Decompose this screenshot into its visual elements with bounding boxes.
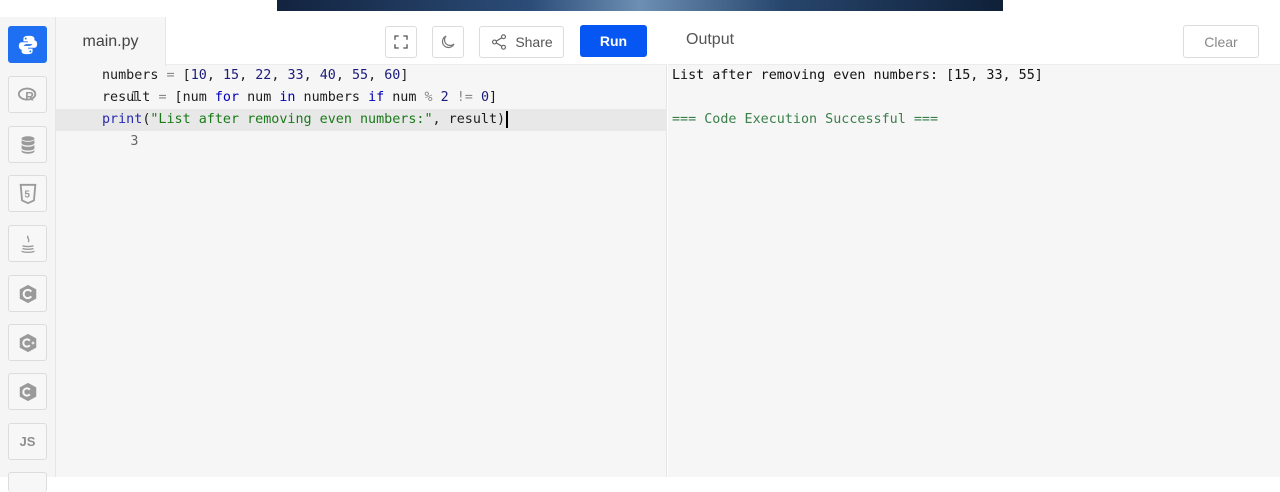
cpp-icon	[19, 333, 36, 352]
banner-ad[interactable]	[277, 0, 1003, 11]
text-cursor	[506, 110, 509, 128]
js-language-button[interactable]: JS	[8, 423, 47, 460]
r-icon: R	[17, 87, 36, 103]
output-header: Output Clear	[668, 17, 1280, 65]
clear-button-label: Clear	[1204, 33, 1238, 50]
code-line-text: result = [num for num in numbers if num …	[102, 90, 498, 105]
python-icon	[18, 35, 37, 54]
editor-pane: main.py Share Run 1 numbers = [10, 15, 2…	[56, 17, 667, 477]
cpp-language-button[interactable]	[8, 324, 47, 361]
share-button-label: Share	[515, 34, 553, 50]
r-language-button[interactable]: R	[8, 76, 47, 113]
language-sidebar: R 5 JS	[0, 17, 56, 492]
share-icon	[492, 34, 507, 50]
svg-text:R: R	[25, 89, 34, 103]
output-title: Output	[686, 31, 735, 48]
share-button[interactable]: Share	[479, 26, 564, 58]
js-icon: JS	[19, 434, 36, 449]
c-icon	[19, 284, 36, 303]
code-editor[interactable]: 1 numbers = [10, 15, 22, 33, 40, 55, 60]…	[56, 65, 667, 149]
editor-toolbar: main.py Share Run	[56, 17, 667, 66]
csharp-icon	[19, 382, 36, 401]
run-button[interactable]: Run	[580, 25, 647, 57]
output-pane: Output Clear List after removing even nu…	[668, 17, 1280, 477]
theme-toggle-button[interactable]	[432, 26, 464, 58]
top-banner-area	[0, 0, 1280, 17]
sql-language-button[interactable]	[8, 126, 47, 163]
html5-icon: 5	[19, 183, 36, 204]
java-language-button[interactable]	[8, 225, 47, 262]
more-language-button[interactable]	[8, 472, 47, 492]
fullscreen-button[interactable]	[385, 26, 417, 58]
fullscreen-icon	[394, 35, 408, 49]
svg-text:5: 5	[24, 189, 30, 200]
code-line-text: numbers = [10, 15, 22, 33, 40, 55, 60]	[102, 68, 409, 83]
database-icon	[21, 135, 34, 154]
file-tab[interactable]: main.py	[56, 17, 166, 66]
line-number: 3	[130, 134, 139, 149]
code-line-text: print("List after removing even numbers:…	[102, 109, 509, 131]
csharp-language-button[interactable]	[8, 373, 47, 410]
run-button-label: Run	[599, 33, 628, 49]
output-line: List after removing even numbers: [15, 3…	[672, 68, 1043, 83]
java-icon	[20, 234, 35, 253]
output-console[interactable]: List after removing even numbers: [15, 3…	[672, 65, 1043, 131]
file-tab-label: main.py	[82, 32, 139, 50]
execution-status: === Code Execution Successful ===	[672, 112, 939, 127]
moon-icon	[441, 35, 455, 49]
c-language-button[interactable]	[8, 275, 47, 312]
code-line[interactable]: 1 numbers = [10, 15, 22, 33, 40, 55, 60]	[56, 65, 667, 105]
html-language-button[interactable]: 5	[8, 175, 47, 212]
code-line-current[interactable]: 3 print("List after removing even number…	[56, 109, 667, 149]
clear-button[interactable]: Clear	[1183, 25, 1259, 58]
code-line[interactable]: 2 result = [num for num in numbers if nu…	[56, 87, 667, 127]
python-language-button[interactable]	[8, 26, 47, 63]
